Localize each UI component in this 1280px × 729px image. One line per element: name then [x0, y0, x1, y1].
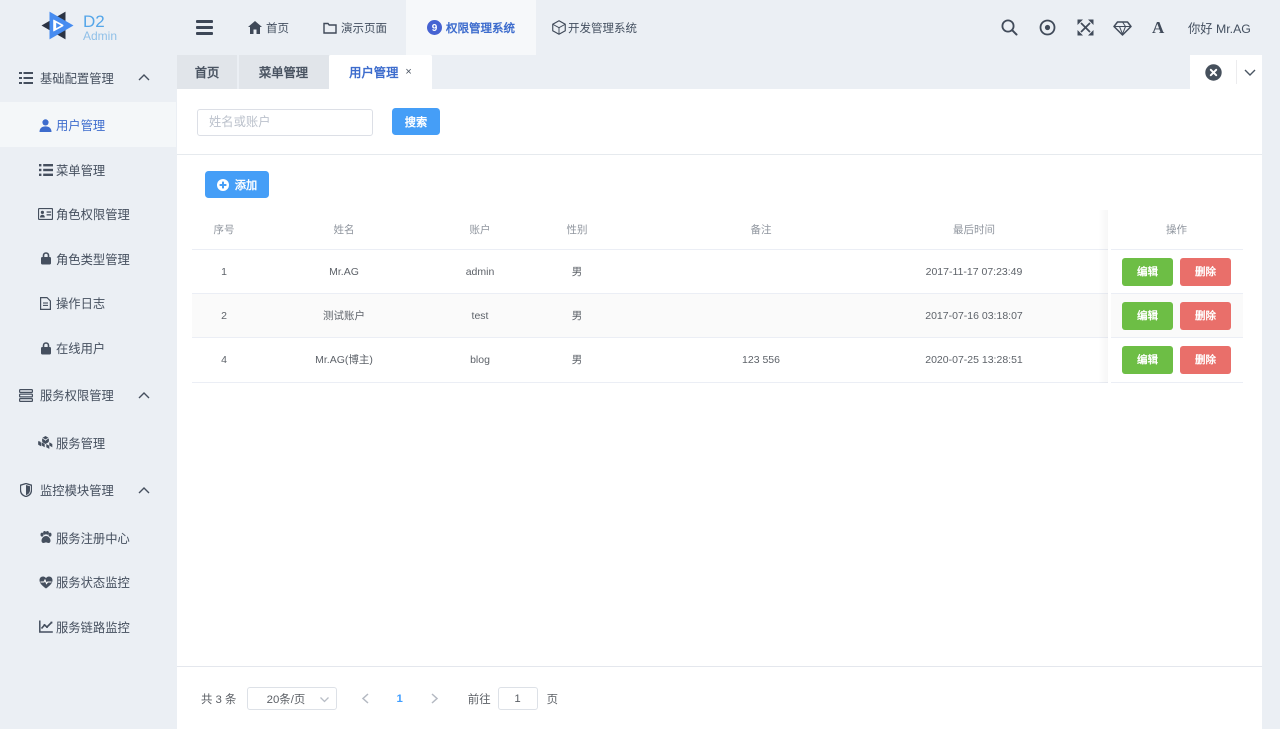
- svg-text:9: 9: [432, 23, 438, 34]
